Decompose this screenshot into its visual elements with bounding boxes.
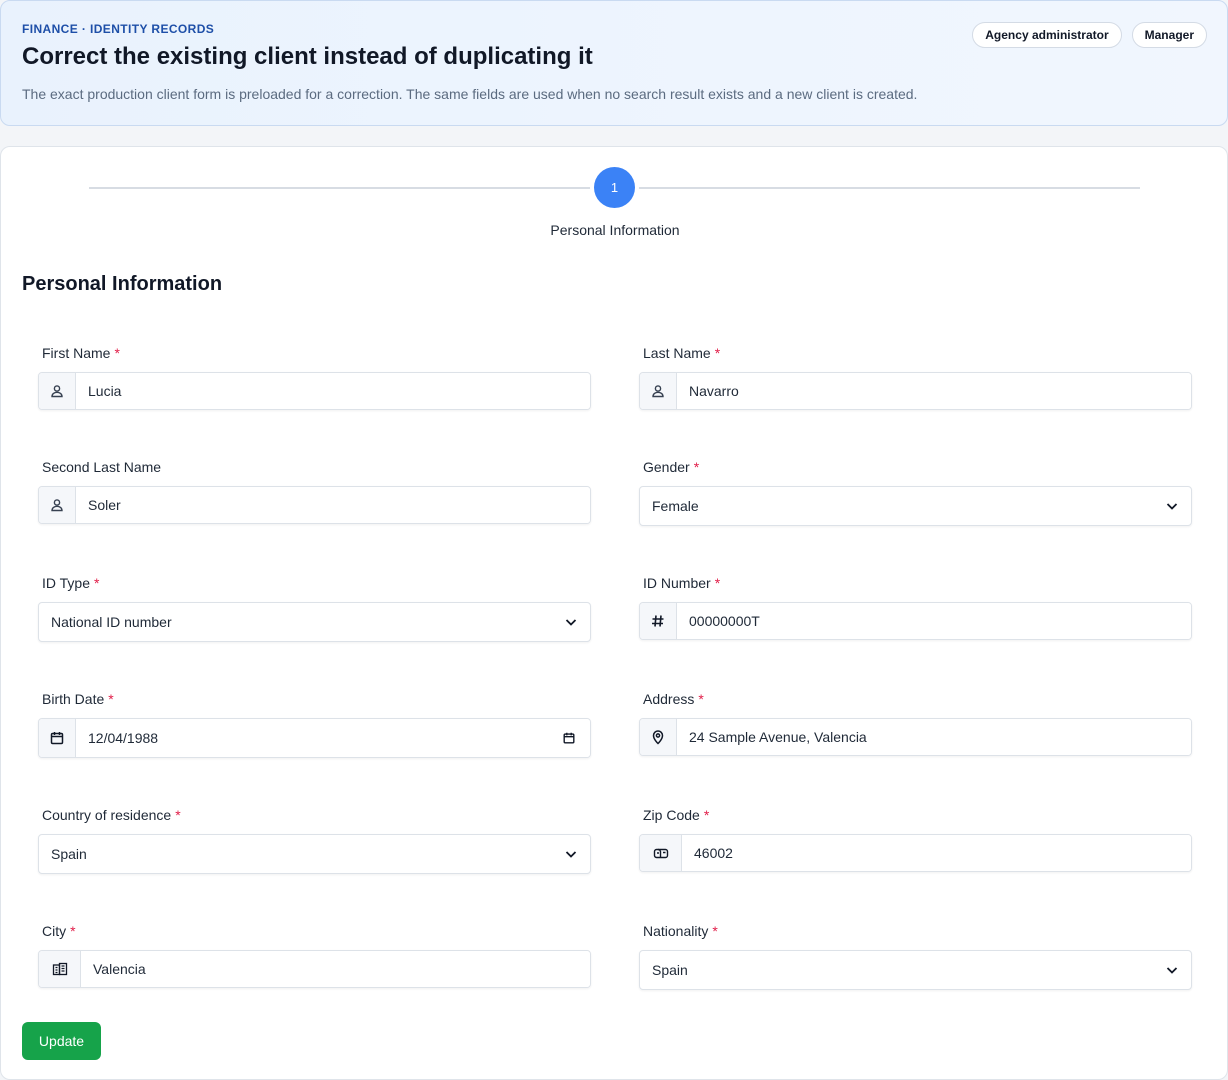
city-label: City (42, 923, 67, 939)
nationality-select[interactable]: Spain (639, 950, 1192, 990)
client-form-card: 1 Personal Information Personal Informat… (0, 146, 1228, 1080)
section-eyebrow: FINANCE · IDENTITY RECORDS (22, 22, 215, 36)
chevron-down-icon (565, 619, 577, 626)
country-of-residence-select[interactable]: Spain (38, 834, 591, 874)
id-type-label: ID Type (42, 575, 90, 591)
user-icon (39, 487, 76, 523)
date-picker-icon[interactable] (562, 719, 590, 757)
mailbox-icon (640, 835, 682, 871)
city-field: City * Valencia (38, 922, 591, 988)
step-indicator[interactable]: 1 (594, 167, 635, 208)
chevron-down-icon (1166, 503, 1178, 510)
birth-date-input[interactable]: 12/04/1988 (76, 719, 562, 757)
id-number-label: ID Number (643, 575, 711, 591)
nationality-field: Nationality * Spain (639, 922, 1192, 990)
page-title: Correct the existing client instead of d… (22, 43, 593, 70)
first-name-input[interactable]: Lucia (76, 373, 590, 409)
hash-icon (640, 603, 677, 639)
id-number-field: ID Number * 00000000T (639, 574, 1192, 640)
birth-date-label: Birth Date (42, 691, 105, 707)
chevron-down-icon (1166, 967, 1178, 974)
chevron-down-icon (565, 851, 577, 858)
nationality-selected-value: Spain (652, 962, 688, 978)
id-type-field: ID Type * National ID number (38, 574, 591, 642)
calendar-icon (39, 719, 76, 757)
required-marker: * (114, 345, 120, 361)
role-badge-manager: Manager (1131, 22, 1207, 48)
gender-field: Gender * Female (639, 458, 1192, 526)
second-last-name-label: Second Last Name (42, 459, 162, 475)
country-of-residence-field: Country of residence * Spain (38, 806, 591, 874)
page-header: FINANCE · IDENTITY RECORDS Correct the e… (0, 0, 1228, 126)
required-marker: * (703, 807, 710, 823)
last-name-label: Last Name (643, 345, 711, 361)
nationality-label: Nationality (643, 923, 709, 939)
birth-date-field: Birth Date * 12/04/1988 (38, 690, 591, 758)
user-icon (39, 373, 76, 409)
id-type-select[interactable]: National ID number (38, 602, 591, 642)
required-marker: * (714, 345, 721, 361)
gender-selected-value: Female (652, 498, 699, 514)
id-type-selected-value: National ID number (51, 614, 172, 630)
required-marker: * (70, 923, 76, 939)
first-name-field: First Name * Lucia (38, 344, 591, 410)
second-last-name-field: Second Last Name Soler (38, 458, 591, 524)
first-name-label: First Name (42, 345, 111, 361)
city-input[interactable]: Valencia (81, 951, 590, 987)
address-field: Address * 24 Sample Avenue, Valencia (639, 690, 1192, 756)
gender-select[interactable]: Female (639, 486, 1192, 526)
country-of-residence-label: Country of residence (42, 807, 172, 823)
required-marker: * (94, 575, 100, 591)
required-marker: * (712, 923, 718, 939)
second-last-name-input[interactable]: Soler (76, 487, 590, 523)
required-marker: * (693, 459, 700, 475)
map-pin-icon (640, 719, 677, 755)
zip-code-field: Zip Code * 46002 (639, 806, 1192, 872)
role-badges: Agency administrator Manager (972, 22, 1207, 48)
city-icon (39, 951, 81, 987)
required-marker: * (698, 691, 704, 707)
user-icon (640, 373, 677, 409)
step-label: Personal Information (550, 222, 680, 238)
address-input[interactable]: 24 Sample Avenue, Valencia (677, 719, 1191, 755)
zip-code-input[interactable]: 46002 (682, 835, 1191, 871)
form-section-title: Personal Information (22, 273, 223, 295)
update-button[interactable]: Update (22, 1022, 101, 1060)
last-name-field: Last Name * Navarro (639, 344, 1192, 410)
required-marker: * (714, 575, 721, 591)
zip-code-label: Zip Code (643, 807, 700, 823)
page-description: The exact production client form is prel… (22, 86, 918, 102)
id-number-input[interactable]: 00000000T (677, 603, 1191, 639)
last-name-input[interactable]: Navarro (677, 373, 1191, 409)
required-marker: * (175, 807, 181, 823)
gender-label: Gender (643, 459, 690, 475)
address-label: Address (643, 691, 695, 707)
role-badge-agency-administrator: Agency administrator (972, 22, 1122, 48)
country-selected-value: Spain (51, 846, 87, 862)
required-marker: * (108, 691, 114, 707)
